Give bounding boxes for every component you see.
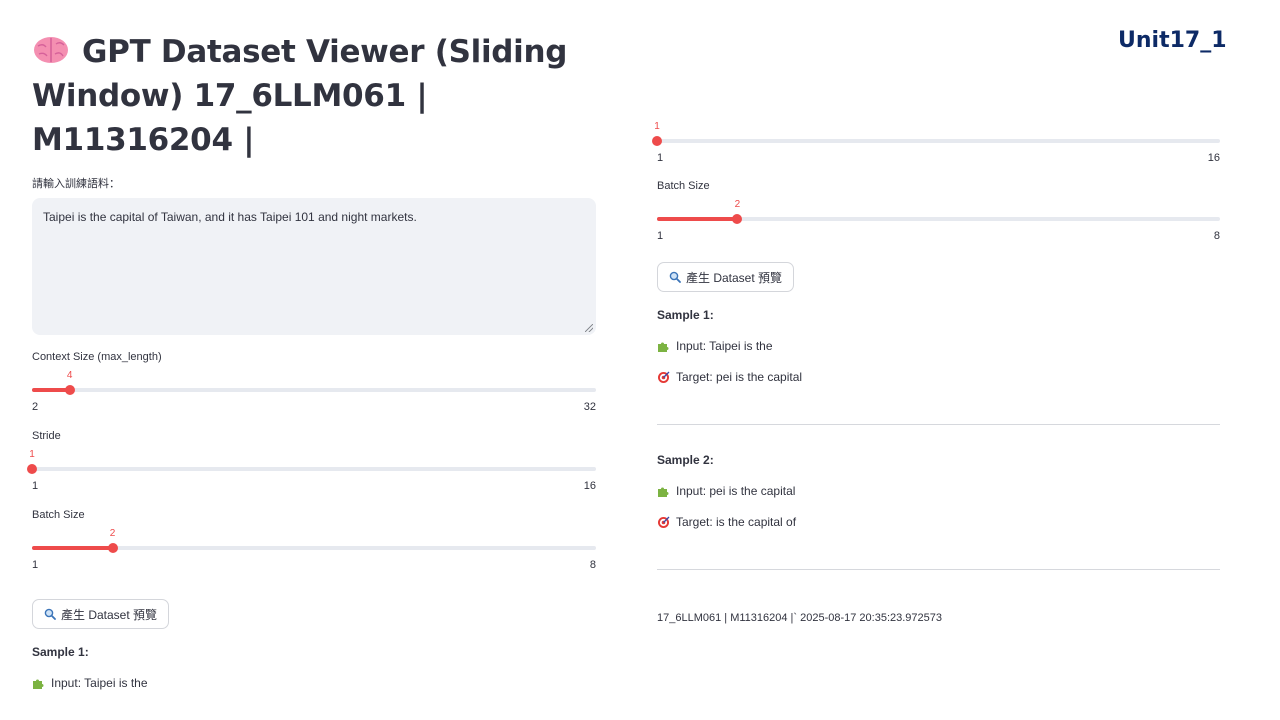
slider-current-value: 2 [734,199,741,210]
slider-max-label: 8 [1213,230,1220,242]
slider-min-label: 1 [657,230,664,242]
sample-target-line: Target: is the capital of [657,515,1220,529]
slider-stride[interactable]: Stride 1 1 16 [27,430,596,498]
slider-max-label: 8 [589,559,596,571]
generate-preview-button[interactable]: 產生 Dataset 預覽 [657,262,795,292]
slider-min-label: 1 [657,152,664,164]
slider-max-label: 32 [583,401,596,413]
slider-max-label: 16 [583,480,596,492]
sample-heading: Sample 1: [32,645,89,659]
page-title: GPT Dataset Viewer (Sliding Window) 17_6… [32,30,596,162]
slider-current-value: 1 [29,449,35,460]
puzzle-icon [658,487,669,497]
puzzle-icon [33,679,44,689]
sample-heading: Sample 1: [657,308,714,322]
sample-target-text: Target: pei is the capital [676,370,803,384]
sample-input-line: Input: Taipei is the [32,676,596,690]
slider-fill [657,217,738,221]
slider-thumb[interactable] [107,543,118,553]
page-title-text: GPT Dataset Viewer (Sliding Window) 17_6… [32,34,568,158]
slider-thumb[interactable] [64,385,75,395]
sample-block: Sample 1: Input: Taipei is the Target: pei… [657,308,1220,425]
slider-context-size-max-length[interactable]: Context Size (max_length) 4 2 32 [32,351,596,419]
slider-min-label: 1 [32,480,39,492]
unit-badge: Unit17_1 [1118,28,1227,53]
footer-timestamp: 17_6LLM061 | M11316204 |` 2025-08-17 20:… [657,612,943,624]
slider-batch-size[interactable]: Batch Size 2 1 8 [32,509,596,577]
slider-label: Batch Size [32,509,85,521]
search-icon [44,608,56,620]
right-slider-group: 1 1 16 Batch Size 2 1 8 [652,120,1220,248]
sample-target-line: Target: pei is the capital [657,370,1220,384]
search-icon [669,271,681,283]
sample-input-line: Input: Taipei is the [657,339,1220,353]
corpus-label: 請輸入訓練語料： [32,178,120,190]
target-icon [658,371,670,383]
slider-batch-size[interactable]: Batch Size 2 1 8 [657,180,1220,248]
slider-track[interactable] [32,388,596,392]
slider-thumb[interactable] [27,464,37,474]
corpus-textarea[interactable]: Taipei is the capital of Taiwan, and it … [32,198,596,335]
slider-label: Stride [32,430,61,442]
slider-current-value: 2 [109,528,116,539]
resize-grip-icon[interactable] [585,324,593,332]
slider-track[interactable] [32,467,596,471]
sample-target-text: Target: is the capital of [676,515,797,529]
slider-label: Context Size (max_length) [32,351,162,363]
generate-preview-label: 產生 Dataset 預覽 [686,270,783,285]
slider-track[interactable] [657,139,1220,143]
generate-preview-button[interactable]: 產生 Dataset 預覽 [32,599,170,629]
slider-thumb[interactable] [652,136,662,146]
left-column: GPT Dataset Viewer (Sliding Window) 17_6… [27,30,596,690]
slider-max-label: 16 [1207,152,1220,164]
sample-input-text: Input: Taipei is the [51,676,148,690]
divider [657,424,1220,425]
left-slider-group: Context Size (max_length) 4 2 32 Stride 1 1 16 B… [27,351,596,577]
divider [657,569,1220,570]
sample-input-line: Input: pei is the capital [657,484,1220,498]
sample-input-text: Input: pei is the capital [676,484,796,498]
slider-current-value: 4 [66,370,73,381]
slider-min-label: 2 [32,401,39,413]
right-sample-list: Sample 1: Input: Taipei is the Target: pei… [657,308,1220,570]
sample-heading: Sample 2: [657,453,714,467]
slider-unlabeled[interactable]: 1 1 16 [652,120,1220,170]
brain-icon [34,37,68,63]
slider-fill [32,388,70,392]
puzzle-icon [658,342,669,352]
slider-label: Batch Size [657,180,710,192]
target-icon [658,516,670,528]
right-column: 1 1 16 Batch Size 2 1 8 產生 Dataset 預覽 Sample 1… [652,120,1220,624]
slider-fill [32,546,113,550]
sample-block: Sample 2: Input: pei is the capital Target… [657,453,1220,570]
slider-current-value: 1 [654,121,660,132]
sample-input-text: Input: Taipei is the [676,339,773,353]
slider-thumb[interactable] [732,214,743,224]
slider-min-label: 1 [32,559,39,571]
generate-preview-label: 產生 Dataset 預覽 [61,607,158,622]
corpus-value: Taipei is the capital of Taiwan, and it … [43,210,417,224]
